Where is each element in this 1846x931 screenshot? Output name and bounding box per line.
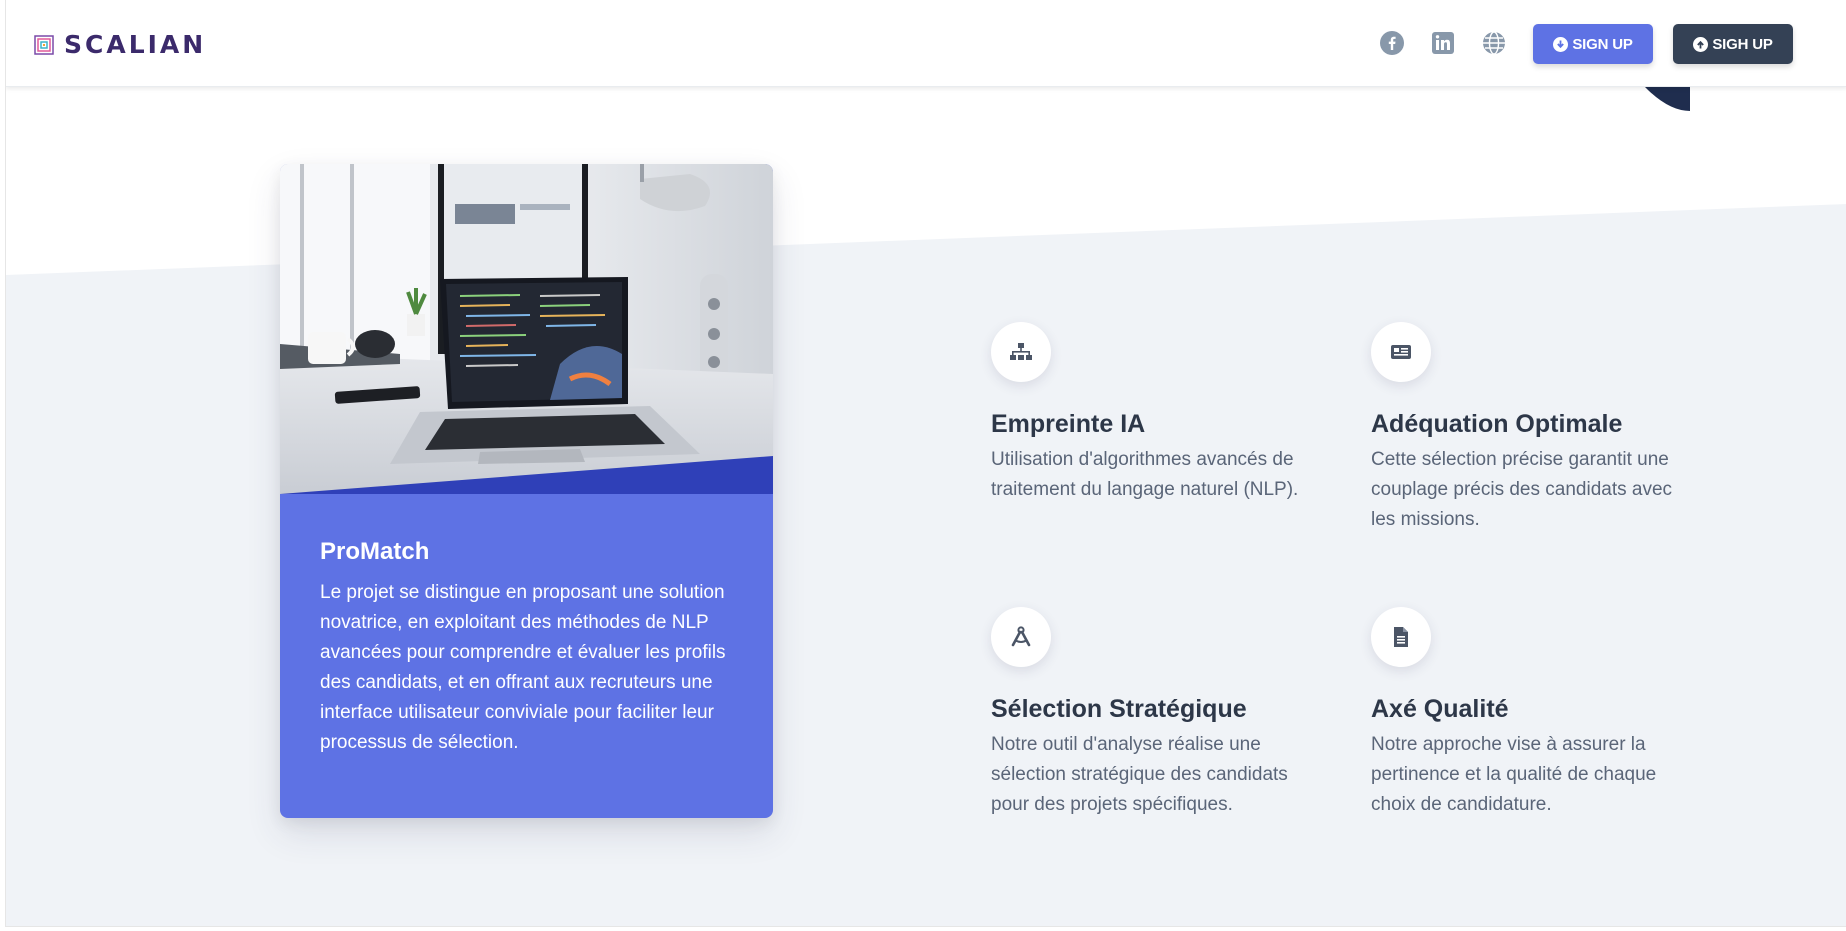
feature-text: Notre approche vise à assurer la pertine… — [1371, 734, 1657, 815]
sigh-up-button[interactable]: SIGH UP — [1673, 24, 1793, 64]
arrow-down-circle-icon — [1553, 36, 1569, 52]
file-icon — [1371, 607, 1431, 667]
feature-text: Notre outil d'analyse réalise une sélect… — [991, 734, 1288, 815]
feature-title: Axé Qualité — [1371, 695, 1509, 723]
feature-title: Empreinte IA — [991, 410, 1146, 438]
newspaper-icon — [1371, 322, 1431, 382]
sign-up-button[interactable]: SIGN UP — [1533, 24, 1653, 64]
decorative-shape — [1644, 86, 1690, 111]
globe-icon[interactable] — [1481, 30, 1507, 56]
navbar: SCALIAN SIGN UP SIGH UP — [6, 0, 1846, 87]
feature-axe-qualite: Axé Qualité Notre approche vise à assure… — [1371, 607, 1681, 820]
laptop-desk-photo — [280, 164, 773, 494]
sigh-up-label: SIGH UP — [1712, 35, 1773, 53]
feature-selection-strategique: Sélection Stratégique Notre outil d'anal… — [991, 607, 1301, 820]
brand-name: SCALIAN — [64, 30, 207, 59]
scalian-logo-icon — [34, 34, 54, 55]
linkedin-icon[interactable] — [1430, 30, 1456, 56]
arrow-up-circle-icon — [1693, 36, 1709, 52]
feature-adequation-optimale: Adéquation Optimale Cette sélection préc… — [1371, 322, 1681, 535]
feature-title: Sélection Stratégique — [991, 695, 1247, 723]
compass-drafting-icon — [991, 607, 1051, 667]
feature-text: Utilisation d'algorithmes avancés de tra… — [991, 449, 1299, 500]
feature-text: Cette sélection précise garantit une cou… — [1371, 449, 1673, 530]
facebook-icon[interactable] — [1379, 30, 1405, 56]
promatch-card: ProMatch Le projet se distingue en propo… — [280, 164, 773, 818]
brand-logo[interactable]: SCALIAN — [34, 30, 206, 59]
feature-title: Adéquation Optimale — [1371, 410, 1623, 438]
card-description: Le projet se distingue en proposant une … — [320, 582, 726, 753]
card-title: ProMatch — [320, 538, 430, 565]
sitemap-icon — [991, 322, 1051, 382]
page: SCALIAN SIGN UP SIGH UP ProMatch Le proj… — [5, 0, 1846, 927]
feature-empreinte-ia: Empreinte IA Utilisation d'algorithmes a… — [991, 322, 1301, 505]
sign-up-label: SIGN UP — [1572, 35, 1633, 53]
